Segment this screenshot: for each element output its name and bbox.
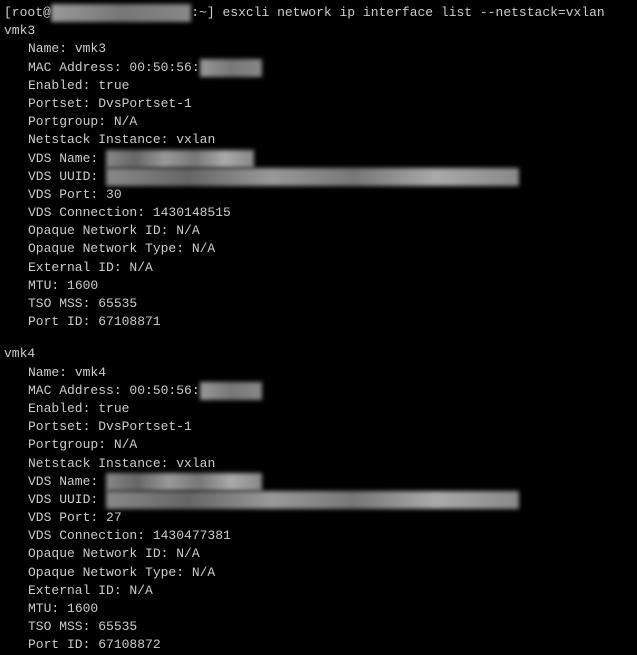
property-opaque-network-type: Opaque Network Type: N/A bbox=[4, 240, 633, 258]
terminal-output: [root@██████████████████:~] esxcli netwo… bbox=[4, 4, 633, 655]
property-netstack: Netstack Instance: vxlan bbox=[4, 455, 633, 473]
property-name: Name: vmk3 bbox=[4, 40, 633, 58]
property-vds-name: VDS Name: ███-████-██████-███ bbox=[4, 150, 633, 168]
vds-name-redacted: ███-████-██.███-████ bbox=[106, 473, 262, 491]
command-text: esxcli network ip interface list --netst… bbox=[222, 5, 604, 20]
vds-name-redacted: ███-████-██████-███ bbox=[106, 150, 254, 168]
vds-uuid-redacted: ██ ██ ██ ██ ██ ██ ██ ██ ██-██ ██ ██ ██ █… bbox=[106, 168, 519, 186]
property-enabled: Enabled: true bbox=[4, 77, 633, 95]
property-vds-connection: VDS Connection: 1430477381 bbox=[4, 527, 633, 545]
mac-redacted: ██:██:██ bbox=[200, 382, 262, 400]
prompt-path-sep: :~] bbox=[191, 5, 222, 20]
property-name: Name: vmk4 bbox=[4, 364, 633, 382]
property-vds-name: VDS Name: ███-████-██.███-████ bbox=[4, 473, 633, 491]
property-port-id: Port ID: 67108872 bbox=[4, 636, 633, 654]
property-mtu: MTU: 1600 bbox=[4, 600, 633, 618]
hostname-redacted: ██████████████████ bbox=[51, 4, 191, 22]
mac-redacted: ██:██:██ bbox=[200, 59, 262, 77]
property-portgroup: Portgroup: N/A bbox=[4, 113, 633, 131]
property-netstack: Netstack Instance: vxlan bbox=[4, 131, 633, 149]
property-tso-mss: TSO MSS: 65535 bbox=[4, 618, 633, 636]
property-opaque-network-type: Opaque Network Type: N/A bbox=[4, 564, 633, 582]
property-external-id: External ID: N/A bbox=[4, 582, 633, 600]
property-enabled: Enabled: true bbox=[4, 400, 633, 418]
property-vds-uuid: VDS UUID: ██ ██ ██ ██ ██ ██ ██ ██ ██-██ … bbox=[4, 491, 633, 509]
prompt-user-host: [root@ bbox=[4, 5, 51, 20]
interface-header: vmk3 bbox=[4, 22, 633, 40]
command-prompt-line: [root@██████████████████:~] esxcli netwo… bbox=[4, 4, 633, 22]
property-portset: Portset: DvsPortset-1 bbox=[4, 95, 633, 113]
property-vds-connection: VDS Connection: 1430148515 bbox=[4, 204, 633, 222]
property-opaque-network-id: Opaque Network ID: N/A bbox=[4, 545, 633, 563]
vds-uuid-redacted: ██ ██ ██ ██ ██ ██ ██ ██ ██-██ ██ ██ ██ █… bbox=[106, 491, 519, 509]
property-portgroup: Portgroup: N/A bbox=[4, 436, 633, 454]
property-opaque-network-id: Opaque Network ID: N/A bbox=[4, 222, 633, 240]
property-port-id: Port ID: 67108871 bbox=[4, 313, 633, 331]
property-vds-port: VDS Port: 30 bbox=[4, 186, 633, 204]
interface-header: vmk4 bbox=[4, 345, 633, 363]
property-tso-mss: TSO MSS: 65535 bbox=[4, 295, 633, 313]
property-vds-port: VDS Port: 27 bbox=[4, 509, 633, 527]
property-mtu: MTU: 1600 bbox=[4, 277, 633, 295]
property-vds-uuid: VDS UUID: ██ ██ ██ ██ ██ ██ ██ ██ ██-██ … bbox=[4, 168, 633, 186]
property-external-id: External ID: N/A bbox=[4, 259, 633, 277]
property-portset: Portset: DvsPortset-1 bbox=[4, 418, 633, 436]
property-mac-address: MAC Address: 00:50:56:██:██:██ bbox=[4, 59, 633, 77]
property-mac-address: MAC Address: 00:50:56:██:██:██ bbox=[4, 382, 633, 400]
interface-block-vmk3: vmk3 Name: vmk3 MAC Address: 00:50:56:██… bbox=[4, 22, 633, 331]
interface-block-vmk4: vmk4 Name: vmk4 MAC Address: 00:50:56:██… bbox=[4, 345, 633, 654]
